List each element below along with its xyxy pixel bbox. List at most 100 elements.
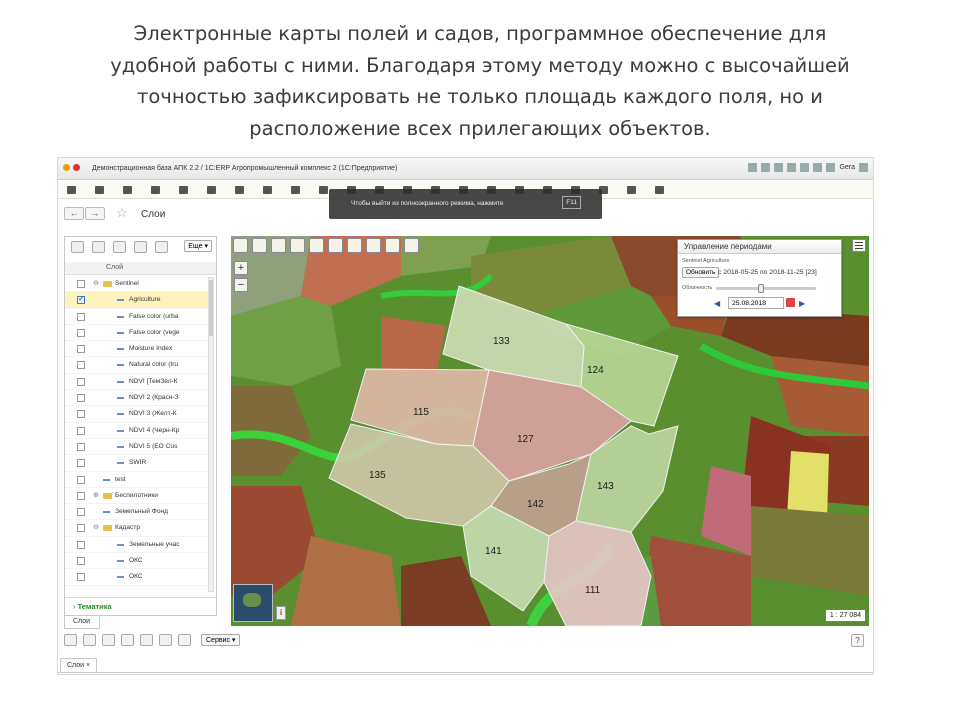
cursor-icon[interactable]: [102, 634, 115, 646]
layer-tree-row[interactable]: Natural color (tru: [65, 357, 210, 374]
search-icon[interactable]: [748, 163, 758, 172]
cloudiness-slider-handle[interactable]: [758, 284, 764, 293]
layer-tree-row[interactable]: NDVI [ТемЗел-К: [65, 374, 210, 391]
layer-tree-row[interactable]: ОКС: [65, 553, 210, 570]
section-icon[interactable]: [151, 185, 160, 194]
app-menu-icon[interactable]: [73, 164, 80, 171]
zoom-in-button[interactable]: +: [234, 261, 248, 275]
overview-minimap[interactable]: [233, 584, 273, 622]
add-layer-icon[interactable]: [71, 241, 84, 253]
layer-checkbox[interactable]: [77, 491, 85, 500]
section-icon[interactable]: [95, 185, 104, 194]
download-icon[interactable]: [385, 238, 400, 253]
layer-checkbox[interactable]: [77, 294, 85, 305]
layer-checkbox[interactable]: [77, 280, 85, 288]
section-icon[interactable]: [123, 185, 132, 194]
layer-checkbox[interactable]: [77, 442, 85, 451]
select-area-icon[interactable]: [309, 238, 324, 253]
update-button[interactable]: Обновить: [682, 267, 720, 278]
section-icon[interactable]: [655, 185, 664, 194]
ruler-icon[interactable]: [290, 238, 305, 253]
measure-area-icon[interactable]: [328, 238, 343, 253]
user-name[interactable]: Gera: [839, 164, 855, 171]
layer-tree-row[interactable]: Земельный Фонд: [65, 504, 210, 521]
filter-icon[interactable]: [347, 238, 362, 253]
map-info-button[interactable]: i: [276, 606, 286, 620]
favorite-star-icon[interactable]: ☆: [116, 205, 128, 221]
section-icon[interactable]: [291, 185, 300, 194]
map-pin-icon[interactable]: [83, 634, 96, 646]
layer-tree-row[interactable]: NDVI 4 (Черн-Кр: [65, 423, 210, 439]
back-button[interactable]: ←: [64, 207, 84, 220]
calendar-icon[interactable]: [786, 298, 795, 307]
user-avatar-icon[interactable]: [826, 163, 836, 172]
layer-checkbox[interactable]: [77, 345, 85, 354]
edit-icon[interactable]: [64, 634, 77, 646]
collapse-icon[interactable]: ⊖: [93, 279, 99, 287]
calc-icon[interactable]: [787, 163, 797, 172]
palette-icon[interactable]: [140, 634, 153, 646]
section-icon[interactable]: [179, 185, 188, 194]
lock-icon[interactable]: [155, 241, 168, 253]
image-icon[interactable]: [404, 238, 419, 253]
layer-tree-row[interactable]: NDVI 5 (EO Cus: [65, 439, 210, 456]
add-group-icon[interactable]: [113, 241, 126, 253]
search-icon[interactable]: [159, 634, 172, 646]
layer-tree-row[interactable]: False color (vege: [65, 325, 210, 342]
layer-tree-row[interactable]: False color (urba: [65, 309, 210, 325]
section-icon[interactable]: [319, 185, 328, 194]
section-icon[interactable]: [207, 185, 216, 194]
globe-icon[interactable]: [178, 634, 191, 646]
layer-checkbox[interactable]: [77, 312, 85, 321]
settings-icon[interactable]: [859, 163, 868, 172]
zoom-out-button[interactable]: −: [234, 278, 248, 292]
service-menu-button[interactable]: Сервис ▾: [201, 634, 241, 646]
layer-tree-row[interactable]: NDVI 2 (Красн-З: [65, 390, 210, 407]
layer-tree-row[interactable]: test: [65, 472, 210, 488]
layer-tree-row[interactable]: SWIR: [65, 455, 210, 472]
layer-tree-row[interactable]: ⊖ Sentinel: [65, 276, 210, 293]
tematika-section[interactable]: › Тематика: [65, 597, 216, 615]
layer-tree-row[interactable]: ⊖ Кадастр: [65, 520, 210, 537]
layer-checkbox[interactable]: [77, 557, 85, 566]
notification-icon[interactable]: [813, 163, 823, 172]
expand-icon[interactable]: ⊕: [93, 491, 99, 499]
layer-tree-row[interactable]: Agriculture: [65, 292, 210, 309]
layer-tree-row[interactable]: Moisture Index: [65, 341, 210, 358]
forward-button[interactable]: →: [85, 207, 105, 220]
more-button[interactable]: Еще ▾: [184, 240, 212, 252]
open-window-tab[interactable]: Слои ×: [60, 658, 98, 673]
layer-checkbox[interactable]: [77, 394, 85, 403]
tree-scrollbar[interactable]: [208, 277, 214, 592]
layer-checkbox[interactable]: [77, 540, 85, 549]
copy-layer-icon[interactable]: [92, 241, 105, 253]
move-icon[interactable]: [271, 238, 286, 253]
layer-checkbox[interactable]: [77, 524, 85, 533]
folder-icon[interactable]: [134, 241, 147, 253]
home-icon[interactable]: [233, 238, 248, 253]
date-field[interactable]: 25.08.2018: [728, 297, 784, 309]
layer-checkbox[interactable]: [77, 475, 85, 484]
map-list-toggle-icon[interactable]: [852, 239, 866, 252]
layer-tree-row[interactable]: NDVI 3 (Желт-К: [65, 406, 210, 423]
save-icon[interactable]: [121, 634, 134, 646]
calendar-icon[interactable]: [800, 163, 810, 172]
section-icon[interactable]: [235, 185, 244, 194]
main-menu-icon[interactable]: [67, 185, 76, 194]
layer-checkbox[interactable]: [77, 459, 85, 468]
help-button[interactable]: ?: [851, 634, 864, 647]
collapse-icon[interactable]: ⊖: [93, 523, 99, 531]
next-date-button[interactable]: ▶: [799, 299, 805, 308]
layers-panel-tab[interactable]: Слои: [64, 616, 100, 629]
layer-checkbox[interactable]: [77, 328, 85, 337]
section-icon[interactable]: [263, 185, 272, 194]
layer-tree-row[interactable]: ОКС: [65, 569, 210, 586]
section-icon[interactable]: [627, 185, 636, 194]
tematika-label[interactable]: Тематика: [78, 602, 112, 611]
layer-tree-row[interactable]: ⊕ Беспилотники: [65, 488, 210, 505]
layer-tree-row[interactable]: Земельные учас: [65, 537, 210, 554]
history-icon[interactable]: [761, 163, 771, 172]
layer-checkbox[interactable]: [77, 377, 85, 386]
layer-checkbox[interactable]: [77, 426, 85, 435]
layer-checkbox[interactable]: [77, 573, 85, 582]
